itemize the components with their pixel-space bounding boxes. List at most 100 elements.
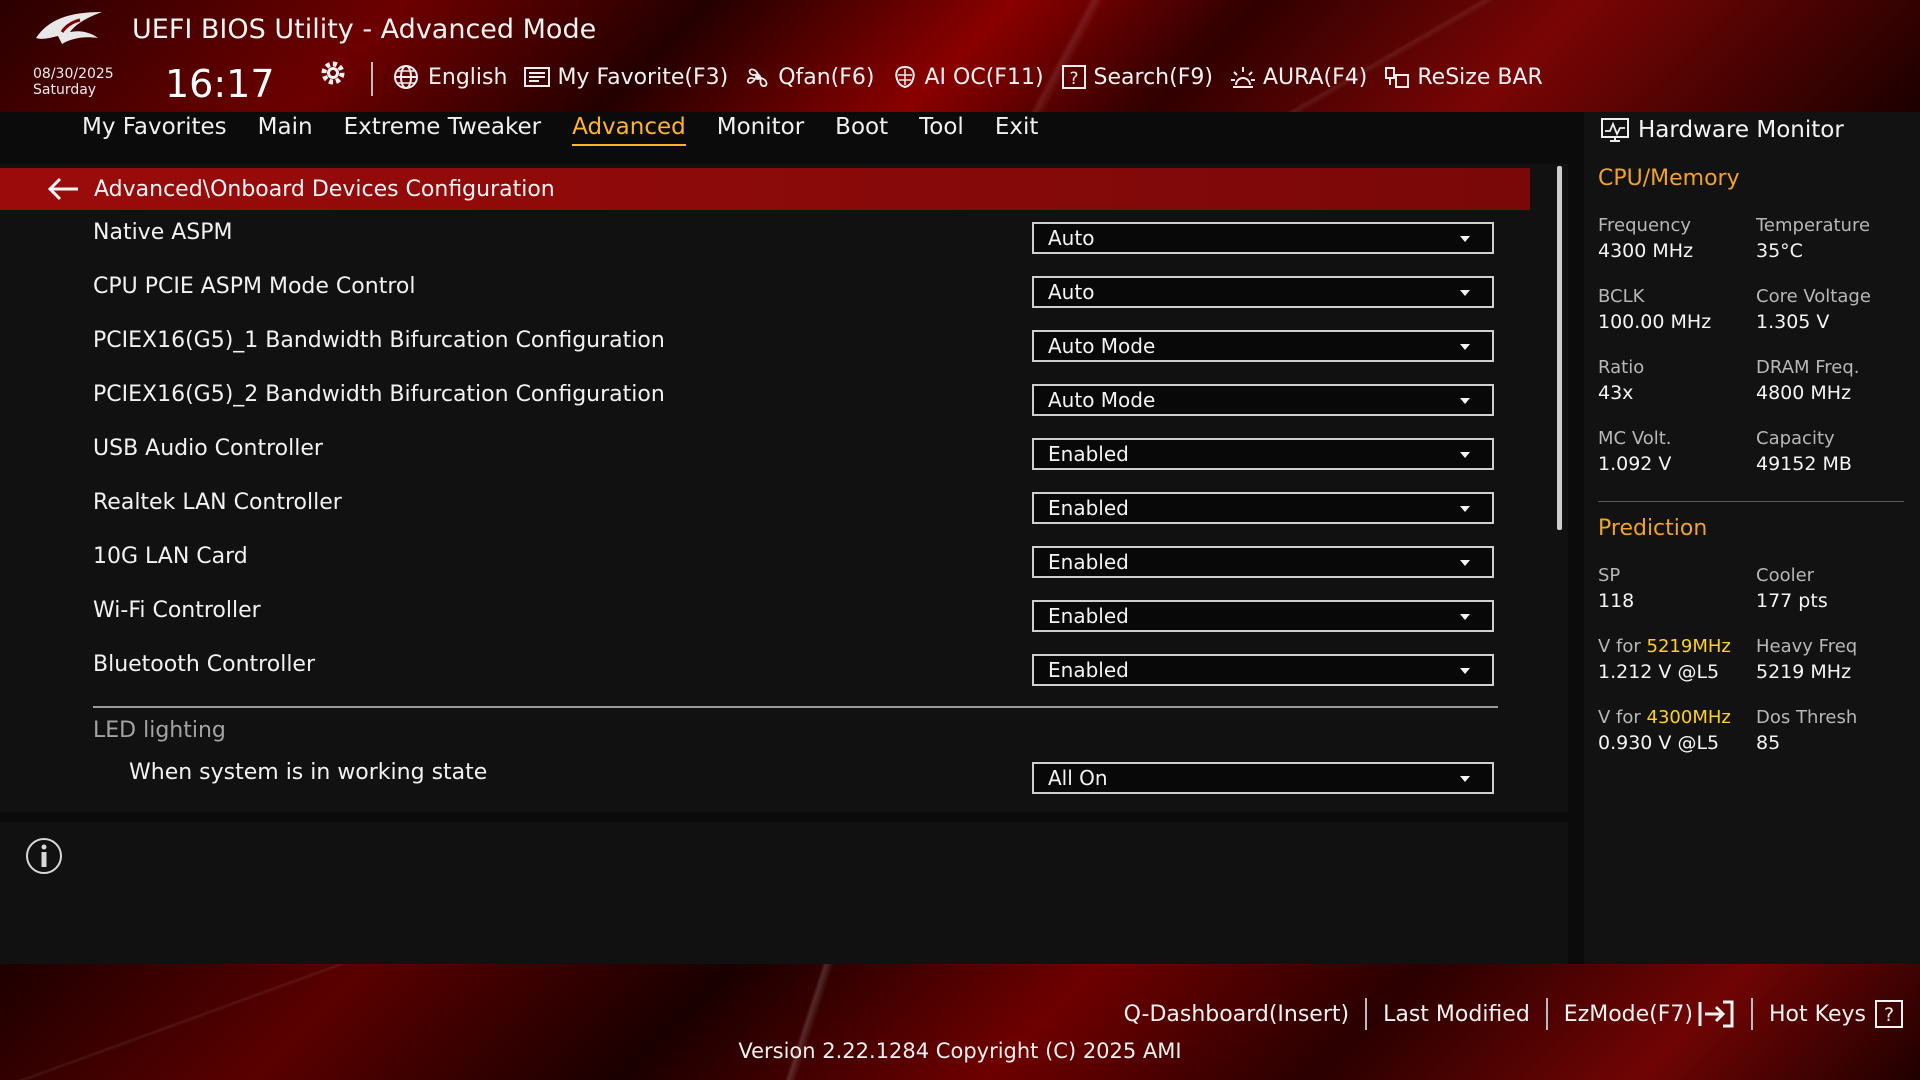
ezmode-button[interactable]: EzMode(F7): [1564, 999, 1735, 1029]
setting-row-wifi[interactable]: Wi-Fi Controller Enabled: [0, 596, 1530, 640]
back-arrow-icon[interactable]: [46, 175, 80, 203]
select-value: Enabled: [1048, 658, 1129, 682]
hw-value: 4800 MHz: [1756, 382, 1852, 404]
hardware-monitor-panel: Hardware Monitor CPU/Memory Frequency 43…: [1584, 112, 1920, 964]
resize-bar-button[interactable]: ReSize BAR: [1383, 63, 1543, 91]
select-value: Auto: [1048, 280, 1095, 304]
tab-exit[interactable]: Exit: [995, 114, 1039, 146]
select-value: Auto Mode: [1048, 388, 1156, 412]
setting-row-pciex16-1-bifurcation[interactable]: PCIEX16(G5)_1 Bandwidth Bifurcation Conf…: [0, 326, 1530, 370]
help-search-icon: ?: [1061, 65, 1086, 89]
setting-label: 10G LAN Card: [93, 544, 248, 569]
setting-row-10g-lan[interactable]: 10G LAN Card Enabled: [0, 542, 1530, 586]
setting-row-realtek-lan[interactable]: Realtek LAN Controller Enabled: [0, 488, 1530, 532]
hw-value: 177 pts: [1756, 590, 1828, 612]
qfan-button[interactable]: Qfan(F6): [744, 63, 875, 91]
setting-row-bluetooth[interactable]: Bluetooth Controller Enabled: [0, 650, 1530, 694]
hw-heavy-freq: Heavy Freq 5219 MHz: [1756, 635, 1906, 685]
hw-core-voltage: Core Voltage 1.305 V: [1756, 285, 1906, 335]
language-label: English: [428, 64, 508, 90]
setting-row-usb-audio[interactable]: USB Audio Controller Enabled: [0, 434, 1530, 478]
setting-label: PCIEX16(G5)_2 Bandwidth Bifurcation Conf…: [93, 382, 665, 407]
hw-dram-freq: DRAM Freq. 4800 MHz: [1756, 356, 1906, 406]
breadcrumb: Advanced\Onboard Devices Configuration: [0, 168, 1530, 210]
tab-monitor[interactable]: Monitor: [717, 114, 804, 146]
aura-button[interactable]: AURA(F4): [1229, 63, 1367, 91]
setting-row-cpu-pcie-aspm[interactable]: CPU PCIE ASPM Mode Control Auto: [0, 272, 1530, 316]
native-aspm-select[interactable]: Auto: [1032, 222, 1494, 254]
realtek-lan-select[interactable]: Enabled: [1032, 492, 1494, 524]
language-button[interactable]: English: [392, 63, 507, 91]
caret-down-icon: [1460, 560, 1470, 566]
pciex16-2-bifurcation-select[interactable]: Auto Mode: [1032, 384, 1494, 416]
main-tabs: My Favorites Main Extreme Tweaker Advanc…: [82, 114, 1069, 146]
tab-advanced[interactable]: Advanced: [572, 114, 686, 146]
help-info-panel: [0, 822, 1568, 964]
select-value: Enabled: [1048, 442, 1129, 466]
tab-boot[interactable]: Boot: [835, 114, 888, 146]
setting-label: Native ASPM: [93, 220, 233, 245]
usb-audio-select[interactable]: Enabled: [1032, 438, 1494, 470]
setting-label: When system is in working state: [129, 760, 488, 785]
hw-sp: SP 118: [1598, 564, 1748, 614]
hw-value: 35°C: [1756, 240, 1803, 262]
ai-oc-label: AI OC(F11): [924, 64, 1044, 90]
hardware-monitor-header: Hardware Monitor: [1600, 116, 1844, 144]
hw-value: 4300 MHz: [1598, 240, 1694, 262]
tab-main[interactable]: Main: [258, 114, 313, 146]
last-modified-button[interactable]: Last Modified: [1383, 1002, 1530, 1027]
ai-chip-icon: [894, 65, 915, 89]
setting-row-native-aspm[interactable]: Native ASPM Auto: [0, 218, 1530, 262]
date-display: 08/30/2025 Saturday: [33, 66, 114, 98]
date-text: 08/30/2025: [33, 66, 114, 82]
header-bar: UEFI BIOS Utility - Advanced Mode 08/30/…: [0, 0, 1920, 112]
svg-text:?: ?: [1069, 69, 1078, 89]
my-favorite-button[interactable]: My Favorite(F3): [523, 63, 728, 91]
hw-key: V for 5219MHz: [1598, 635, 1748, 659]
setting-label: USB Audio Controller: [93, 436, 323, 461]
bluetooth-select[interactable]: Enabled: [1032, 654, 1494, 686]
tab-tool[interactable]: Tool: [919, 114, 964, 146]
ai-oc-button[interactable]: AI OC(F11): [891, 63, 1044, 91]
pciex16-1-bifurcation-select[interactable]: Auto Mode: [1032, 330, 1494, 362]
caret-down-icon: [1460, 614, 1470, 620]
led-working-state-select[interactable]: All On: [1032, 762, 1494, 794]
setting-row-led-working-state[interactable]: When system is in working state All On: [0, 758, 1530, 802]
hw-key-prefix: V for: [1598, 636, 1647, 657]
select-value: All On: [1048, 766, 1108, 790]
10g-lan-select[interactable]: Enabled: [1032, 546, 1494, 578]
settings-scrollbar[interactable]: [1557, 166, 1562, 530]
setting-label: CPU PCIE ASPM Mode Control: [93, 274, 416, 299]
hw-key: Core Voltage: [1756, 286, 1871, 307]
gear-icon[interactable]: [318, 58, 348, 88]
hw-key: Dos Thresh: [1756, 707, 1858, 728]
tab-extreme-tweaker[interactable]: Extreme Tweaker: [344, 114, 542, 146]
hw-value: 49152 MB: [1756, 453, 1852, 475]
qfan-label: Qfan(F6): [778, 64, 875, 90]
fan-icon: [747, 68, 768, 87]
q-dashboard-button[interactable]: Q-Dashboard(Insert): [1124, 1002, 1350, 1027]
caret-down-icon: [1460, 236, 1470, 242]
hw-key-prefix: V for: [1598, 707, 1647, 728]
caret-down-icon: [1460, 290, 1470, 296]
cpu-pcie-aspm-select[interactable]: Auto: [1032, 276, 1494, 308]
hw-key: Frequency: [1598, 215, 1691, 236]
select-value: Auto Mode: [1048, 334, 1156, 358]
hw-key: SP: [1598, 565, 1621, 586]
footer-divider: [1365, 998, 1368, 1030]
tab-my-favorites[interactable]: My Favorites: [82, 114, 227, 146]
version-text: Version 2.22.1284 Copyright (C) 2025 AMI: [738, 1039, 1182, 1063]
search-label: Search(F9): [1093, 64, 1213, 90]
favorites-icon: [524, 67, 551, 87]
wifi-select[interactable]: Enabled: [1032, 600, 1494, 632]
search-button[interactable]: ? Search(F9): [1060, 63, 1213, 91]
hw-dos-thresh: Dos Thresh 85: [1756, 706, 1906, 756]
cpu-memory-heading: CPU/Memory: [1598, 166, 1740, 191]
caret-down-icon: [1460, 776, 1470, 782]
caret-down-icon: [1460, 398, 1470, 404]
hw-ratio: Ratio 43x: [1598, 356, 1748, 406]
hw-key: BCLK: [1598, 286, 1645, 307]
hot-keys-button[interactable]: Hot Keys ?: [1769, 999, 1904, 1029]
toolbar-divider: [371, 62, 373, 96]
setting-row-pciex16-2-bifurcation[interactable]: PCIEX16(G5)_2 Bandwidth Bifurcation Conf…: [0, 380, 1530, 424]
